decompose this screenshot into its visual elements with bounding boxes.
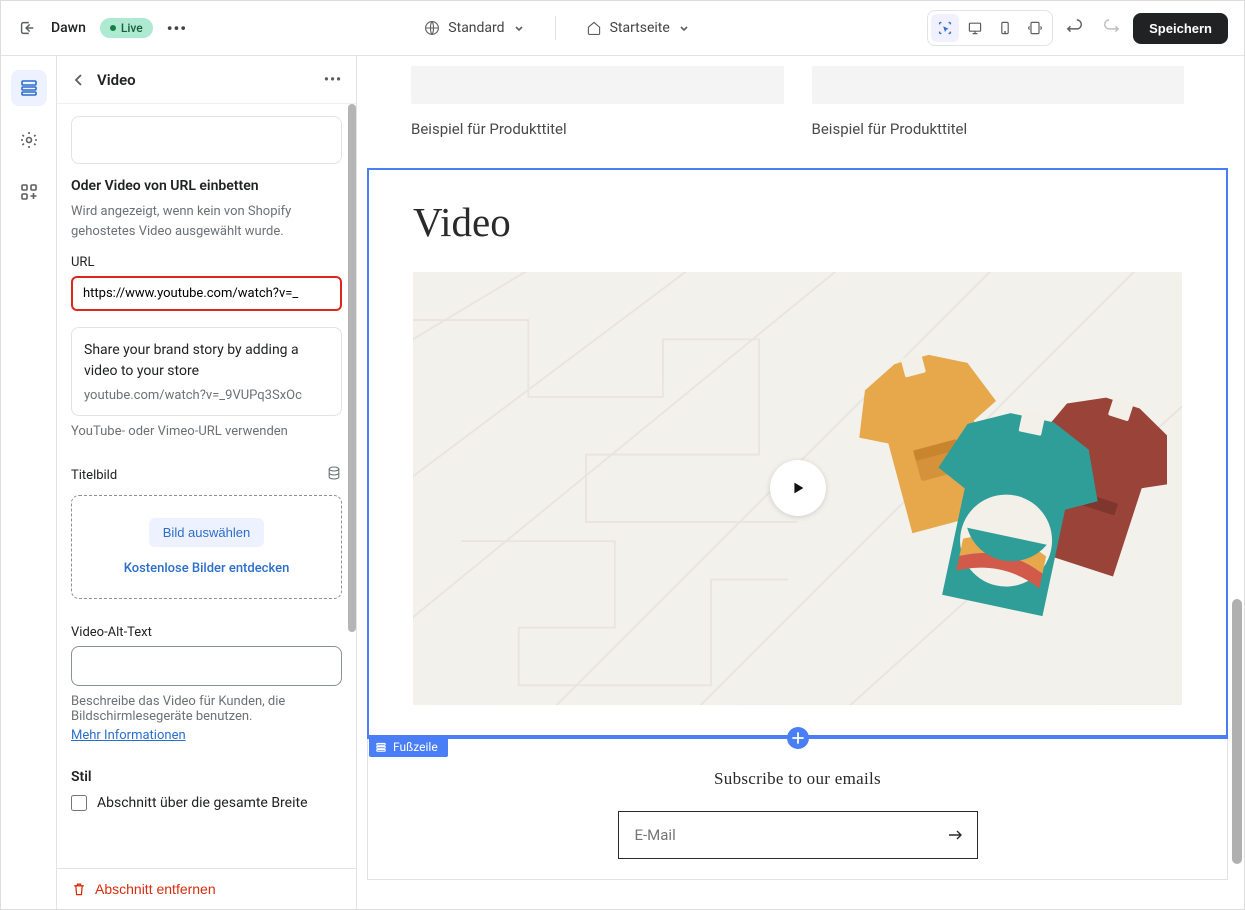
fullwidth-view-button[interactable] xyxy=(1021,14,1049,42)
theme-name: Dawn xyxy=(51,20,86,36)
mobile-view-button[interactable] xyxy=(991,14,1019,42)
url-input[interactable] xyxy=(71,276,342,311)
panel-footer: Abschnitt entfernen xyxy=(57,868,356,909)
video-frame[interactable] xyxy=(413,272,1182,705)
settings-panel: Video ••• Oder Video von URL einbetten W… xyxy=(57,56,357,909)
fullwidth-label: Abschnitt über die gesamte Breite xyxy=(97,795,308,811)
discover-images-link[interactable]: Kostenlose Bilder entdecken xyxy=(82,561,331,576)
plus-icon xyxy=(792,732,804,744)
page-label: Startseite xyxy=(610,20,670,36)
remove-section-button[interactable]: Abschnitt entfernen xyxy=(71,881,216,897)
trash-icon xyxy=(71,881,87,897)
email-input[interactable] xyxy=(619,812,933,858)
save-button[interactable]: Speichern xyxy=(1133,13,1228,44)
panel-menu-icon[interactable]: ••• xyxy=(324,72,342,88)
url-label: URL xyxy=(71,255,342,270)
back-button[interactable] xyxy=(71,72,87,88)
locale-selector[interactable]: Standard xyxy=(416,16,532,40)
cover-label: Titelbild xyxy=(71,468,117,483)
nav-rail xyxy=(1,56,57,909)
more-icon[interactable]: ••• xyxy=(167,19,187,38)
alt-text-input[interactable] xyxy=(71,646,342,686)
product-card[interactable]: Beispiel für Produkttitel xyxy=(812,66,1185,138)
exit-icon[interactable] xyxy=(17,18,37,38)
embed-heading: Oder Video von URL einbetten xyxy=(71,178,342,194)
dynamic-source-icon[interactable] xyxy=(326,465,342,485)
undo-button[interactable] xyxy=(1061,14,1089,42)
preview-canvas: Beispiel für Produkttitel Beispiel für P… xyxy=(357,56,1244,909)
section-icon xyxy=(375,741,387,753)
settings-tab[interactable] xyxy=(11,122,47,158)
product-image-placeholder xyxy=(812,66,1185,104)
device-group xyxy=(927,10,1053,46)
email-input-wrap xyxy=(618,811,978,859)
chevron-down-icon xyxy=(513,22,525,34)
url-preview-card: Share your brand story by adding a video… xyxy=(71,327,342,416)
panel-title: Video xyxy=(97,71,314,89)
video-heading: Video xyxy=(413,198,1182,246)
products-row: Beispiel für Produkttitel Beispiel für P… xyxy=(367,66,1228,168)
fullwidth-checkbox[interactable] xyxy=(71,795,87,811)
subscribe-heading: Subscribe to our emails xyxy=(412,769,1183,789)
chevron-down-icon xyxy=(678,22,690,34)
cover-image-picker: Bild auswählen Kostenlose Bilder entdeck… xyxy=(71,495,342,599)
desktop-view-button[interactable] xyxy=(961,14,989,42)
video-source-box[interactable] xyxy=(71,116,342,164)
topbar: Dawn Live ••• Standard Startseite xyxy=(1,1,1244,56)
video-section[interactable]: Video xyxy=(367,168,1228,737)
select-image-button[interactable]: Bild auswählen xyxy=(149,518,264,547)
locale-label: Standard xyxy=(448,20,504,36)
play-icon xyxy=(789,479,807,497)
url-preview-title: Share your brand story by adding a video… xyxy=(84,340,329,382)
section-tag-label: Fußzeile xyxy=(393,740,438,754)
email-submit-button[interactable] xyxy=(933,813,977,857)
live-badge: Live xyxy=(100,18,153,38)
canvas-scrollbar-thumb[interactable] xyxy=(1232,599,1242,864)
redo-button xyxy=(1097,14,1125,42)
section-tag[interactable]: Fußzeile xyxy=(369,737,448,757)
footer-section[interactable]: Subscribe to our emails xyxy=(367,739,1228,880)
alt-help: Beschreibe das Video für Kunden, die Bil… xyxy=(71,694,342,743)
canvas-scrollbar-track xyxy=(1232,116,1242,895)
more-info-link[interactable]: Mehr Informationen xyxy=(71,728,342,743)
tshirt-illustration xyxy=(813,338,1167,621)
product-title: Beispiel für Produkttitel xyxy=(411,120,784,138)
arrow-right-icon xyxy=(945,825,965,845)
url-preview-sub: youtube.com/watch?v=_9VUPq3SxOc xyxy=(84,388,329,403)
product-title: Beispiel für Produkttitel xyxy=(812,120,1185,138)
add-section-divider xyxy=(367,737,1228,739)
product-card[interactable]: Beispiel für Produkttitel xyxy=(411,66,784,138)
scrollbar-thumb[interactable] xyxy=(348,104,356,632)
inspector-mode-button[interactable] xyxy=(931,14,959,42)
product-image-placeholder xyxy=(411,66,784,104)
add-section-button[interactable] xyxy=(787,727,809,749)
preview-scroll[interactable]: Beispiel für Produkttitel Beispiel für P… xyxy=(367,66,1228,899)
page-selector[interactable]: Startseite xyxy=(578,16,698,40)
style-heading: Stil xyxy=(71,769,342,785)
url-help: YouTube- oder Vimeo-URL verwenden xyxy=(71,424,342,439)
alt-label: Video-Alt-Text xyxy=(71,625,342,640)
fullwidth-checkbox-row[interactable]: Abschnitt über die gesamte Breite xyxy=(71,795,342,811)
embed-help: Wird angezeigt, wenn kein von Shopify ge… xyxy=(71,202,342,241)
sections-tab[interactable] xyxy=(11,70,47,106)
panel-scroll[interactable]: Oder Video von URL einbetten Wird angeze… xyxy=(57,104,356,868)
panel-header: Video ••• xyxy=(57,56,356,104)
apps-tab[interactable] xyxy=(11,174,47,210)
